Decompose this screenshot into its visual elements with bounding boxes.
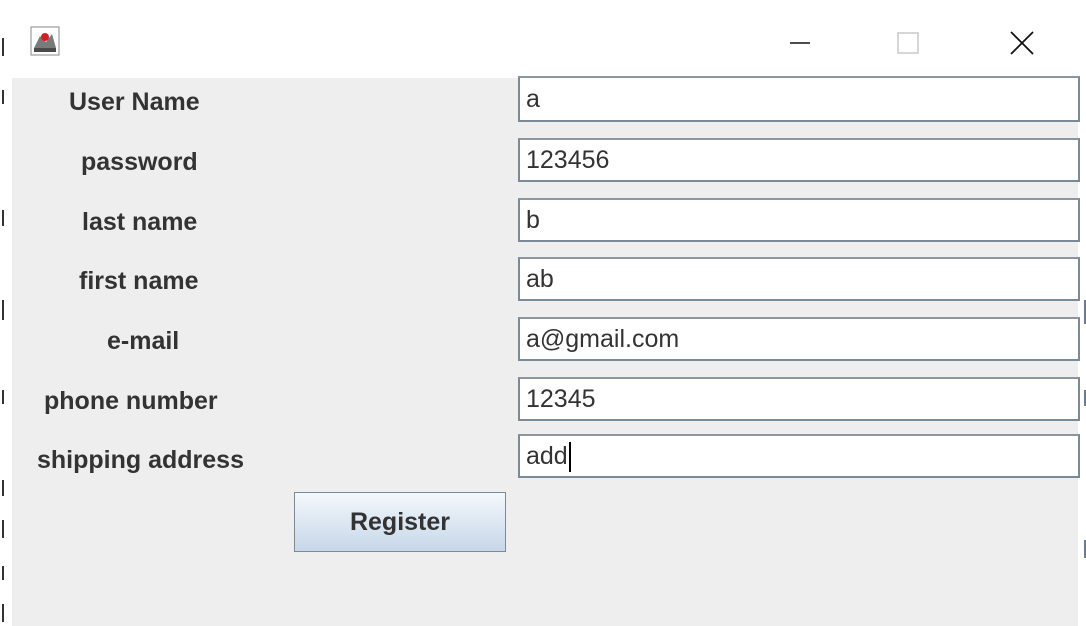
maximize-button[interactable] — [878, 20, 938, 66]
shipping-address-value: add — [526, 442, 568, 470]
first-name-input[interactable] — [518, 257, 1080, 301]
text-caret — [568, 442, 571, 473]
user-name-label: User Name — [69, 88, 200, 116]
shipping-address-input[interactable]: add — [518, 434, 1080, 478]
password-label: password — [81, 148, 198, 176]
last-name-input[interactable] — [518, 198, 1080, 242]
minimize-icon — [790, 42, 810, 44]
registration-form: User Name password last name first name … — [12, 76, 1080, 626]
java-app-icon — [30, 26, 60, 56]
register-button[interactable]: Register — [294, 492, 506, 552]
background-app-edge-left — [0, 0, 12, 626]
email-label: e-mail — [107, 327, 180, 355]
close-icon — [1010, 31, 1034, 55]
first-name-label: first name — [79, 267, 199, 295]
user-name-input[interactable] — [518, 76, 1080, 122]
minimize-button[interactable] — [770, 20, 830, 66]
shipping-address-label: shipping address — [37, 446, 244, 474]
maximize-icon — [897, 32, 919, 54]
password-input[interactable] — [518, 138, 1080, 182]
email-input[interactable] — [518, 317, 1080, 361]
register-window: User Name password last name first name … — [0, 0, 1086, 626]
title-bar[interactable] — [12, 0, 1078, 78]
last-name-label: last name — [82, 208, 198, 236]
close-button[interactable] — [992, 20, 1052, 66]
phone-number-label: phone number — [44, 387, 218, 415]
phone-number-input[interactable] — [518, 377, 1080, 421]
